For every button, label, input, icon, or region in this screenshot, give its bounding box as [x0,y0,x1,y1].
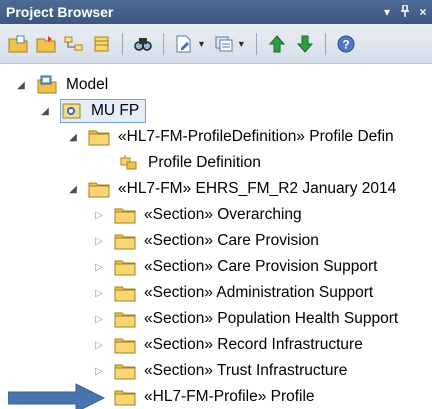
folder-icon [88,179,110,199]
folder-icon [114,335,136,355]
new-diagram-icon[interactable] [62,32,86,56]
folder-icon [114,387,136,407]
tree-item-label: «HL7-FM» EHRS_FM_R2 January 2014 [118,180,397,197]
expanded-triangle-icon[interactable]: ◢ [66,184,80,195]
folder-icon [114,205,136,225]
toolbar: ▼ ▼ ? [0,24,432,64]
project-tree: ◢ Model ◢ MU FP ◢ «HL7-FM-ProfileDefinit… [0,64,432,409]
collapsed-triangle-icon[interactable]: ▷ [92,262,106,273]
tree-item-label: «Section» Record Infrastructure [144,336,363,353]
new-model-icon[interactable] [6,32,30,56]
window-title: Project Browser [6,4,114,20]
tree-item-section-record-infrastructure[interactable]: ▷ «Section» Record Infrastructure [92,332,363,358]
selected-highlight: MU FP [60,99,147,123]
toolbar-separator [255,32,257,55]
tree-item-profile-definition[interactable]: Profile Definition [96,150,261,176]
expanded-triangle-icon[interactable]: ◢ [14,80,28,91]
tree-item-label: Model [66,76,109,93]
tree-item-label: «Section» Trust Infrastructure [144,362,348,379]
collapsed-triangle-icon[interactable]: ▷ [92,366,106,377]
tree-item-section-overarching[interactable]: ▷ «Section» Overarching [92,202,302,228]
expanded-triangle-icon[interactable]: ◢ [66,132,80,143]
tree-item-section-care-provision-support[interactable]: ▷ «Section» Care Provision Support [92,254,378,280]
dropdown-icon[interactable]: ▾ [378,5,396,19]
tree-item-section-population-health-support[interactable]: ▷ «Section» Population Health Support [92,306,398,332]
find-icon[interactable] [131,32,155,56]
new-package-icon[interactable] [34,32,58,56]
help-icon[interactable]: ? [334,32,358,56]
class-element-icon [118,153,140,173]
tree-item-section-trust-infrastructure[interactable]: ▷ «Section» Trust Infrastructure [92,358,347,384]
tree-item-profile-definition-package[interactable]: ◢ «HL7-FM-ProfileDefinition» Profile Def… [66,124,394,150]
project-dropdown-icon[interactable]: ▼ [237,39,246,49]
move-up-icon[interactable] [265,32,289,56]
project-icon[interactable] [212,32,236,56]
folder-icon [114,231,136,251]
tree-item-label: MU FP [91,102,140,119]
tree-item-ehrs-package[interactable]: ◢ «HL7-FM» EHRS_FM_R2 January 2014 [66,176,396,202]
expanded-triangle-icon[interactable]: ◢ [38,106,52,117]
tree-item-label: «HL7-FM-ProfileDefinition» Profile Defin [118,128,394,145]
tree-item-label: Profile Definition [148,154,261,171]
document-dropdown-icon[interactable]: ▼ [197,39,206,49]
title-bar: Project Browser ▾ × [0,0,432,24]
folder-icon [114,309,136,329]
document-icon[interactable] [172,32,196,56]
new-element-icon[interactable] [90,32,114,56]
move-down-icon[interactable] [293,32,317,56]
folder-icon [114,257,136,277]
tree-item-label: «Section» Care Provision [144,232,319,249]
tree-item-label: «HL7-FM-Profile» Profile [144,388,315,405]
collapsed-triangle-icon[interactable]: ▷ [92,288,106,299]
tree-item-label: «Section» Administration Support [144,284,374,301]
tree-item-section-care-provision[interactable]: ▷ «Section» Care Provision [92,228,319,254]
tree-item-model[interactable]: ◢ Model [14,72,108,98]
close-icon[interactable]: × [414,5,432,19]
tree-item-label: «Section» Care Provision Support [144,258,378,275]
folder-icon [88,127,110,147]
pin-icon[interactable] [396,3,414,20]
folder-icon [114,361,136,381]
tree-item-label: «Section» Population Health Support [144,310,399,327]
collapsed-triangle-icon[interactable]: ▷ [92,340,106,351]
toolbar-separator [122,32,123,55]
collapsed-triangle-icon[interactable]: ▷ [92,210,106,221]
collapsed-triangle-icon[interactable]: ▷ [92,236,106,247]
folder-icon [114,283,136,303]
annotation-arrow-icon [8,383,106,409]
svg-text:?: ? [342,37,349,51]
model-root-icon [36,75,58,95]
tree-item-label: «Section» Overarching [144,206,302,223]
toolbar-separator [324,32,326,55]
toolbar-separator [163,32,164,55]
tree-item-mufp[interactable]: ◢ MU FP [38,98,147,124]
tree-item-profile-package[interactable]: «HL7-FM-Profile» Profile [92,384,315,409]
view-icon [61,101,83,121]
tree-item-section-administration-support[interactable]: ▷ «Section» Administration Support [92,280,373,306]
collapsed-triangle-icon[interactable]: ▷ [92,314,106,325]
